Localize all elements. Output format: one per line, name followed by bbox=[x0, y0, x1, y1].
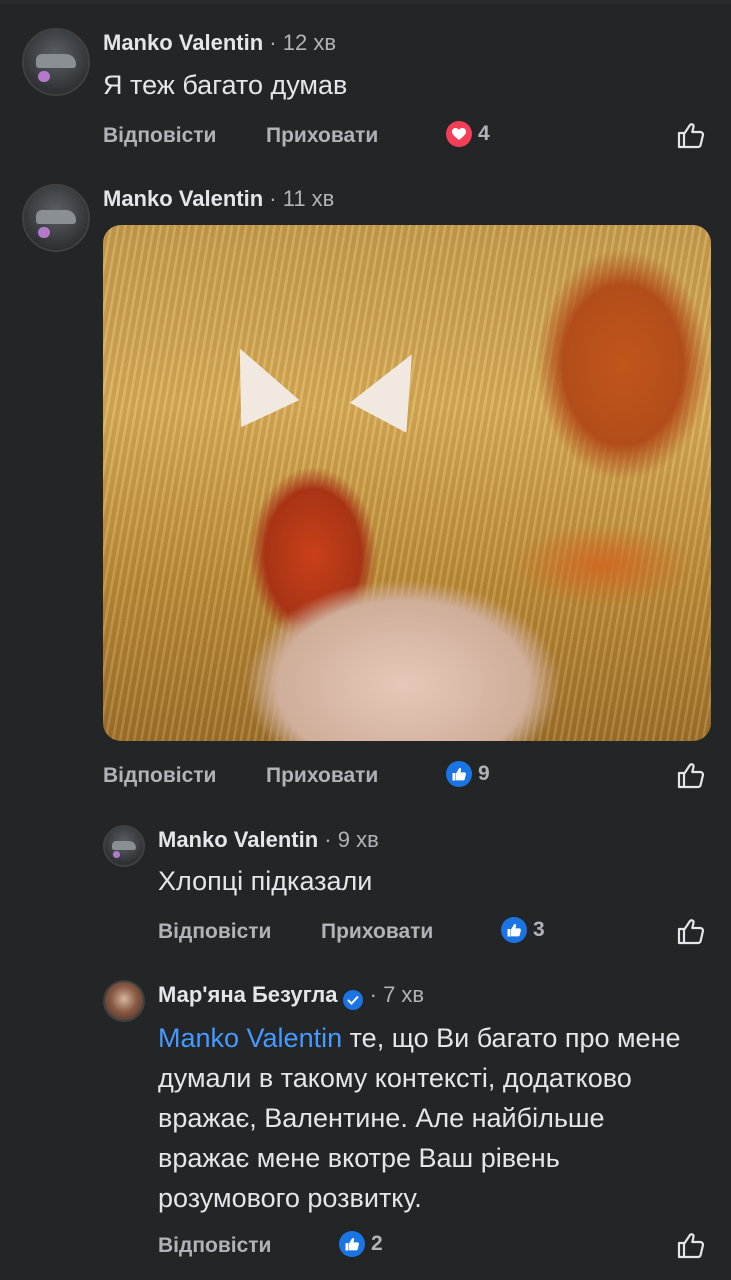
author-name[interactable]: Manko Valentin bbox=[103, 30, 263, 55]
hide-button[interactable]: Приховати bbox=[266, 764, 378, 788]
avatar-car-shape bbox=[111, 841, 137, 850]
reply-button[interactable]: Відповісти bbox=[158, 920, 271, 944]
reply-button[interactable]: Відповісти bbox=[103, 124, 216, 148]
avatar-badge bbox=[38, 70, 50, 83]
avatar[interactable] bbox=[103, 825, 145, 867]
comment-author[interactable]: Manko Valentin · 9 хв bbox=[158, 827, 379, 853]
separator: · bbox=[324, 827, 332, 852]
like-icon[interactable] bbox=[676, 120, 706, 150]
reaction-count: 3 bbox=[533, 918, 545, 941]
comment-text: Хлопці підказали bbox=[158, 866, 373, 896]
reaction-count: 9 bbox=[478, 762, 490, 785]
like-icon[interactable] bbox=[676, 916, 706, 946]
comment-time[interactable]: 11 хв bbox=[283, 186, 335, 211]
avatar[interactable] bbox=[22, 184, 90, 252]
reaction-count: 2 bbox=[371, 1232, 383, 1255]
like-reaction-icon bbox=[446, 761, 472, 787]
hide-button[interactable]: Приховати bbox=[321, 920, 433, 944]
hide-button[interactable]: Приховати bbox=[266, 124, 378, 148]
avatar-car-shape bbox=[35, 210, 77, 225]
mention-link[interactable]: Manko Valentin bbox=[158, 1023, 342, 1053]
comment-author[interactable]: Мар'яна Безугла · 7 хв bbox=[158, 982, 424, 1010]
reaction-summary[interactable]: 3 bbox=[501, 917, 545, 943]
separator: · bbox=[269, 186, 277, 211]
top-divider bbox=[0, 0, 731, 4]
comment-text: Я теж багато думав bbox=[103, 70, 348, 100]
reaction-count: 4 bbox=[478, 122, 490, 145]
comment-photo[interactable] bbox=[103, 225, 711, 741]
reply-button[interactable]: Відповісти bbox=[158, 1234, 271, 1258]
verified-badge-icon bbox=[343, 990, 364, 1010]
like-reaction-icon bbox=[339, 1231, 365, 1257]
comment-author[interactable]: Manko Valentin · 11 хв bbox=[103, 186, 334, 212]
like-icon[interactable] bbox=[676, 1230, 706, 1260]
avatar-badge bbox=[38, 226, 50, 239]
reaction-summary[interactable]: 2 bbox=[339, 1231, 383, 1257]
separator: · bbox=[269, 30, 277, 55]
like-icon[interactable] bbox=[676, 760, 706, 790]
love-icon bbox=[446, 121, 472, 147]
photo-ear-right bbox=[349, 339, 441, 433]
comment-author[interactable]: Manko Valentin · 12 хв bbox=[103, 30, 336, 56]
author-name[interactable]: Manko Valentin bbox=[158, 827, 318, 852]
comment-text: Manko Valentin те, що Ви багато про мене… bbox=[158, 1018, 703, 1218]
comment-time[interactable]: 9 хв bbox=[338, 827, 379, 852]
photo-ear-left bbox=[210, 334, 300, 428]
reply-button[interactable]: Відповісти bbox=[103, 764, 216, 788]
avatar-badge bbox=[113, 851, 121, 859]
author-name[interactable]: Manko Valentin bbox=[103, 186, 263, 211]
reaction-summary[interactable]: 4 bbox=[446, 121, 490, 147]
avatar[interactable] bbox=[103, 980, 145, 1022]
like-reaction-icon bbox=[501, 917, 527, 943]
reaction-summary[interactable]: 9 bbox=[446, 761, 490, 787]
author-name[interactable]: Мар'яна Безугла bbox=[158, 982, 337, 1007]
avatar-car-shape bbox=[35, 54, 77, 69]
separator: · bbox=[369, 982, 377, 1007]
comment-time[interactable]: 12 хв bbox=[283, 30, 336, 55]
comment-time[interactable]: 7 хв bbox=[383, 982, 424, 1007]
avatar[interactable] bbox=[22, 28, 90, 96]
